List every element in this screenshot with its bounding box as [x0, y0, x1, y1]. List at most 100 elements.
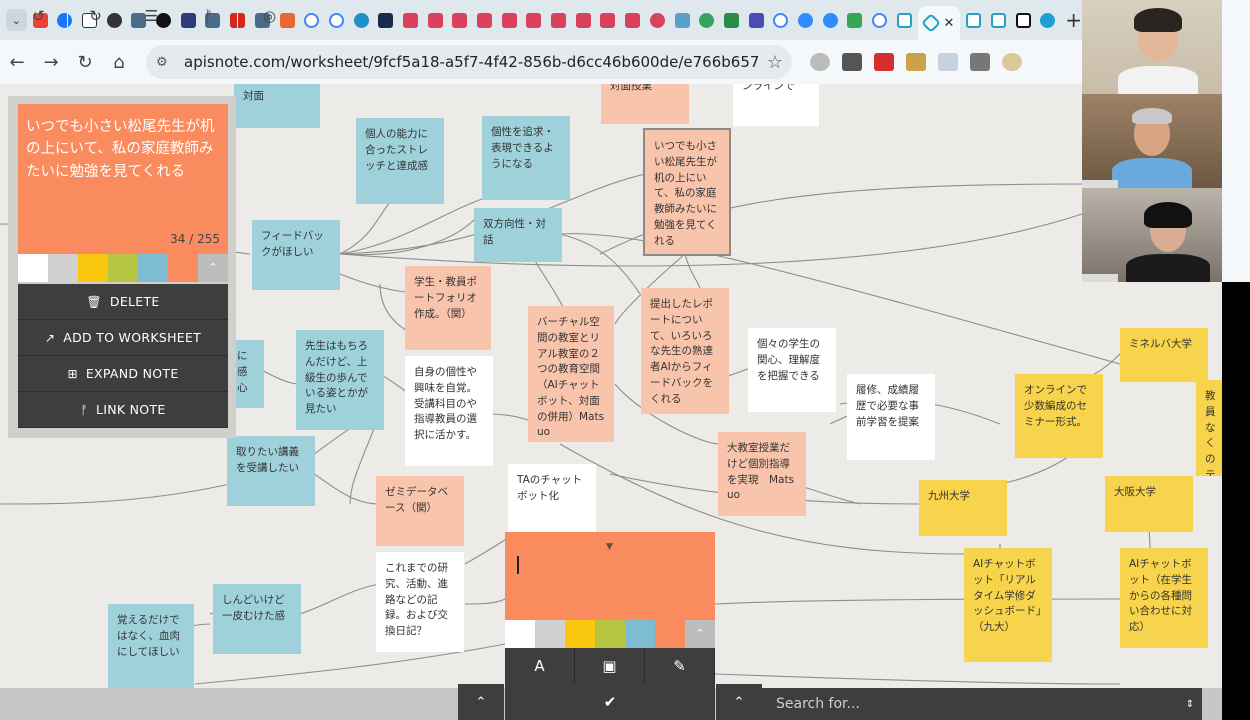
swatch-blue[interactable]	[138, 254, 168, 282]
swatch-orange[interactable]	[655, 620, 685, 648]
site-info-icon[interactable]: ⚙	[156, 55, 176, 70]
tab-zoom-icon[interactable]	[794, 0, 817, 40]
tab-zoom-icon-2[interactable]	[819, 0, 842, 40]
home-icon[interactable]: ⌂	[102, 52, 136, 73]
delete-button[interactable]: 🗑 DELETE	[18, 284, 228, 320]
note-online[interactable]: ンラインで	[733, 84, 819, 126]
note-sensei[interactable]: 先生はもちろんだけど、上級生の歩んでいる姿とかが見たい	[296, 330, 384, 430]
pencil-icon[interactable]: ✎	[645, 648, 715, 684]
collapse-up-icon[interactable]: ⌃	[458, 684, 504, 720]
note-oboeru[interactable]: 覚えるだけではなく、血肉にしてほしい	[108, 604, 194, 688]
tab-maps-icon[interactable]	[843, 0, 866, 40]
tab-google-icon-2[interactable]	[325, 0, 348, 40]
gold-extension-icon[interactable]	[906, 53, 926, 71]
hide-icon[interactable]: ◎	[238, 0, 302, 32]
expand-note-button[interactable]: ⊞ EXPAND NOTE	[18, 356, 228, 392]
tab-record-icon[interactable]	[646, 0, 669, 40]
tab-notion-icon-2[interactable]	[1012, 0, 1035, 40]
swatch-olive[interactable]	[595, 620, 625, 648]
note-korema[interactable]: これまでの研究、活動、進路などの記録。および交換日記？	[376, 552, 464, 652]
swatch-orange[interactable]	[168, 254, 198, 282]
add-to-worksheet-button[interactable]: ↗ ADD TO WORKSHEET	[18, 320, 228, 356]
tab-apisnote-icon[interactable]	[893, 0, 916, 40]
chevron-up-icon[interactable]: ⌃	[685, 620, 715, 648]
note-ai-kyushu[interactable]: AIチャットボット「リアルタイム学修ダッシュボード」（九大）	[964, 548, 1052, 662]
sort-icon[interactable]: ⇕	[1178, 688, 1202, 720]
tab-pink-icon-10[interactable]	[621, 0, 644, 40]
tab-apisnote-icon-2[interactable]	[962, 0, 985, 40]
tab-pink-icon-3[interactable]	[448, 0, 471, 40]
note-taimen[interactable]: 対面	[234, 84, 320, 128]
ap-extension-icon[interactable]	[842, 53, 862, 71]
note-online-seminar[interactable]: オンラインで少数編成のセミナー形式。	[1015, 374, 1103, 458]
tab-pink-icon-7[interactable]	[547, 0, 570, 40]
tab-google-icon-4[interactable]	[868, 0, 891, 40]
confirm-button[interactable]: ✔	[505, 684, 715, 720]
tab-green-icon[interactable]	[695, 0, 718, 40]
tab-pink-icon-5[interactable]	[498, 0, 521, 40]
new-note-editor[interactable]: ▼	[505, 532, 715, 620]
note-kosei[interactable]: 個性を追求・表現できるようになる	[482, 116, 570, 200]
note-feedback[interactable]: フィードバックがほしい	[252, 220, 340, 290]
profile-avatar-icon[interactable]	[1002, 53, 1022, 71]
tab-close-icon[interactable]: ✕	[944, 16, 955, 31]
note-minerva[interactable]: ミネルバ大学	[1120, 328, 1208, 382]
url-text[interactable]: apisnote.com/worksheet/9fcf5a18-a5f7-4f4…	[184, 53, 758, 71]
tab-apisnote-icon-3[interactable]	[987, 0, 1010, 40]
mail-extension-icon[interactable]	[938, 53, 958, 71]
tab-google-icon-3[interactable]	[769, 0, 792, 40]
tab-active-apisnote[interactable]: ✕	[917, 6, 961, 40]
omnibox[interactable]: ⚙ apisnote.com/worksheet/9fcf5a18-a5f7-4…	[146, 45, 792, 79]
swatch-white[interactable]	[18, 254, 48, 282]
tab-pink-icon-4[interactable]	[473, 0, 496, 40]
link-note-button[interactable]: ᚠ LINK NOTE	[18, 392, 228, 428]
chevron-up-icon[interactable]: ⌃	[198, 254, 228, 282]
swatch-white[interactable]	[505, 620, 535, 648]
forward-icon[interactable]: →	[34, 52, 68, 73]
note-report[interactable]: 提出したレポートについて、いろいろな先生の熟達者AIからフィードバックをくれる	[641, 288, 729, 414]
note-daikyoshitsu[interactable]: 大教室授業だけど個別指導を実現 Matsuo	[718, 432, 806, 516]
back-icon[interactable]: ←	[0, 52, 34, 73]
list-icon[interactable]: ☰	[124, 0, 180, 32]
note-zemi-database[interactable]: ゼミデータベース（関）	[376, 476, 464, 546]
swatch-gray[interactable]	[48, 254, 78, 282]
note-jishin[interactable]: 自身の個性や興味を自覚。受講科目のや指導教員の選択に活かす。	[405, 356, 493, 466]
note-ta-chatbot[interactable]: TAのチャットボット化	[508, 464, 596, 534]
red-extension-icon[interactable]	[874, 53, 894, 71]
swatch-olive[interactable]	[108, 254, 138, 282]
tab-pink-icon-9[interactable]	[597, 0, 620, 40]
tab-circle-icon[interactable]	[1037, 0, 1060, 40]
swatch-blue[interactable]	[625, 620, 655, 648]
note-osaka[interactable]: 大阪大学	[1105, 476, 1193, 532]
note-ai-osaka[interactable]: AIチャットボット（在学生からの各種問い合わせに対応）	[1120, 548, 1208, 648]
tab-edge-icon[interactable]	[350, 0, 373, 40]
note-portfolio[interactable]: 学生・教員ポートフォリオ作成。（関）	[405, 266, 491, 350]
expand-up-icon[interactable]: ⌃	[716, 684, 762, 720]
tab-pink-icon-8[interactable]	[572, 0, 595, 40]
note-kanshin[interactable]: 個々の学生の関心、理解度を把握できる	[748, 328, 836, 412]
branch-icon[interactable]: ᚠ	[180, 0, 238, 32]
note-sohoko[interactable]: 双方向性・対話	[474, 208, 562, 262]
note-toritai-kogi[interactable]: 取りたい講義を受講したい	[227, 436, 315, 506]
note-kyoin-edge[interactable]: 教員なくのテョン	[1196, 380, 1222, 476]
note-taimen-jugyo[interactable]: 対面授業	[601, 84, 689, 124]
swatch-yellow[interactable]	[565, 620, 595, 648]
note-shindoi[interactable]: しんどいけど一皮むけた感	[213, 584, 301, 654]
camera-icon[interactable]	[810, 53, 830, 71]
tab-pink-icon[interactable]	[399, 0, 422, 40]
tab-cross-icon[interactable]	[720, 0, 743, 40]
tab-list-icon[interactable]	[745, 0, 768, 40]
reload-icon[interactable]: ↻	[68, 52, 102, 73]
note-kojin-noryoku[interactable]: 個人の能力に合ったストレッチと達成感	[356, 118, 444, 204]
new-tab-button[interactable]: +	[1065, 8, 1082, 32]
swatch-yellow[interactable]	[78, 254, 108, 282]
tab-dark-icon[interactable]	[374, 0, 397, 40]
extensions-puzzle-icon[interactable]	[970, 53, 990, 71]
note-rishu[interactable]: 履修、成績履歴で必要な事前学習を提案	[847, 374, 935, 460]
tab-pink-icon-6[interactable]	[523, 0, 546, 40]
text-format-icon[interactable]: A	[505, 648, 575, 684]
note-virtual[interactable]: バーチャル空間の教室とリアル教室の２つの教育空間（AIチャットボット、対面の併用…	[528, 306, 614, 442]
note-kyushu[interactable]: 九州大学	[919, 480, 1007, 536]
note-matsuo-sensei[interactable]: いつでも小さい松尾先生が机の上にいて、私の家庭教師みたいに勉強を見てくれる	[643, 128, 731, 256]
tab-pink-icon-2[interactable]	[424, 0, 447, 40]
